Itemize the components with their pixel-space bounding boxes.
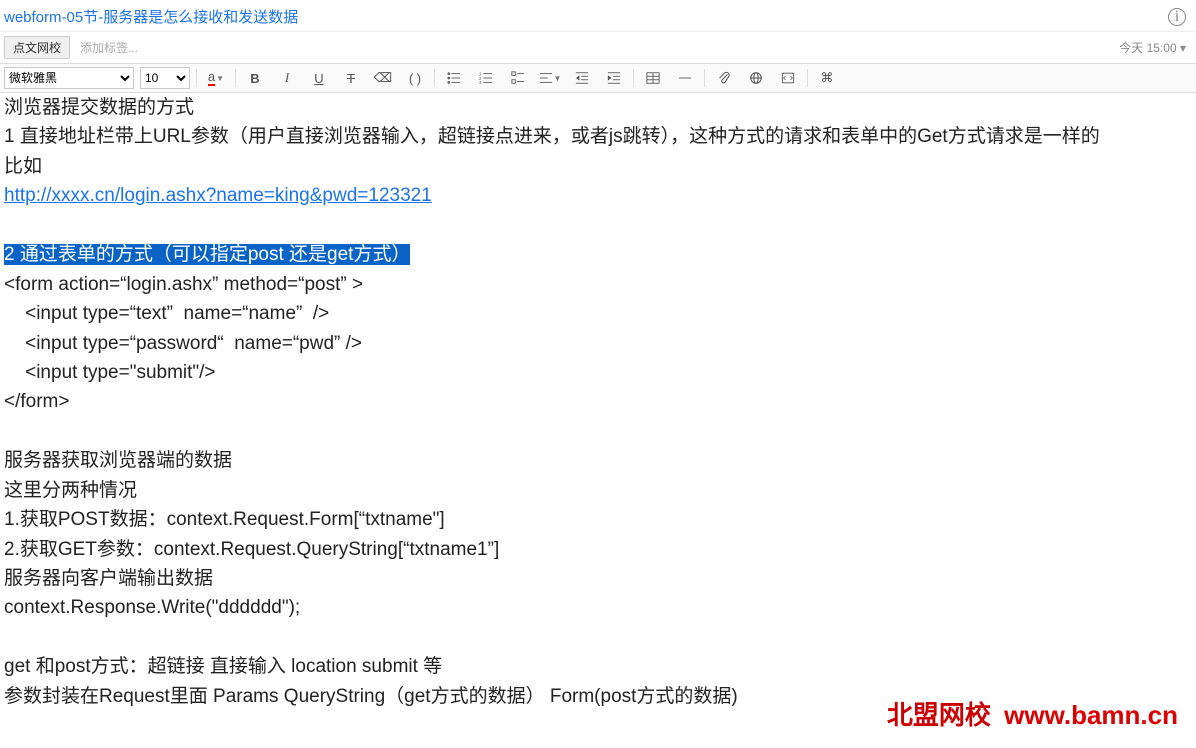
content-line: <form action=“login.ashx” method=“post” … xyxy=(4,270,1192,299)
timestamp-dropdown[interactable]: 今天 15:00 ▾ xyxy=(1119,39,1186,56)
svg-text:3: 3 xyxy=(479,80,482,85)
brackets-button[interactable]: ( ) xyxy=(402,67,428,89)
content-line: 这里分两种情况 xyxy=(4,476,1192,505)
content-line: 服务器获取浏览器端的数据 xyxy=(4,446,1192,475)
content-line: <input type=“password“ name=“pwd” /> xyxy=(4,329,1192,358)
content-line: get 和post方式：超链接 直接输入 location submit 等 xyxy=(4,652,1192,681)
info-icon[interactable]: i xyxy=(1168,8,1186,26)
content-line: 2.获取GET参数：context.Request.QueryString[“t… xyxy=(4,535,1192,564)
font-family-select[interactable]: 微软雅黑 xyxy=(4,67,134,89)
content-line: 服务器向客户端输出数据 xyxy=(4,564,1192,593)
numbered-list-button[interactable]: 123 xyxy=(473,67,499,89)
strikethrough-button[interactable]: T xyxy=(338,67,364,89)
editor-content[interactable]: 浏览器提交数据的方式 1 直接地址栏带上URL参数（用户直接浏览器输入，超链接点… xyxy=(0,93,1196,715)
content-line: <input type="submit"/> xyxy=(4,358,1192,387)
bullet-list-button[interactable] xyxy=(441,67,467,89)
editor-toolbar: 微软雅黑 10 a▼ B I U T ⌫ ( ) 123 ▼ ⌘ xyxy=(0,64,1196,93)
content-line: context.Response.Write("dddddd"); xyxy=(4,593,1192,622)
tag-chip[interactable]: 点文网校 xyxy=(4,36,70,59)
content-line: <input type=“text” name=“name” /> xyxy=(4,299,1192,328)
toolbar-separator xyxy=(704,69,705,87)
font-size-select[interactable]: 10 xyxy=(140,67,190,89)
toolbar-separator xyxy=(807,69,808,87)
shortcut-button[interactable]: ⌘ xyxy=(814,67,840,89)
attachment-button[interactable] xyxy=(711,67,737,89)
code-block-button[interactable] xyxy=(775,67,801,89)
outdent-button[interactable] xyxy=(569,67,595,89)
content-line: 比如 xyxy=(4,152,1192,181)
watermark-url: www.bamn.cn xyxy=(1004,700,1178,730)
content-link[interactable]: http://xxxx.cn/login.ashx?name=king&pwd=… xyxy=(4,185,432,206)
indent-button[interactable] xyxy=(601,67,627,89)
toolbar-separator xyxy=(434,69,435,87)
toolbar-separator xyxy=(633,69,634,87)
toolbar-separator xyxy=(235,69,236,87)
tag-row: 点文网校 添加标签... 今天 15:00 ▾ xyxy=(0,32,1196,64)
link-button[interactable] xyxy=(743,67,769,89)
table-button[interactable] xyxy=(640,67,666,89)
align-button[interactable]: ▼ xyxy=(537,67,563,89)
highlighted-text: 2 通过表单的方式（可以指定post 还是get方式） xyxy=(4,244,410,265)
hr-button[interactable] xyxy=(672,67,698,89)
content-line: 浏览器提交数据的方式 xyxy=(4,93,1192,122)
title-bar: webform-05节-服务器是怎么接收和发送数据 i xyxy=(0,0,1196,32)
checklist-button[interactable] xyxy=(505,67,531,89)
font-color-button[interactable]: a▼ xyxy=(203,67,229,89)
content-line: </form> xyxy=(4,387,1192,416)
watermark-text: 北盟网校 xyxy=(887,700,991,730)
toolbar-separator xyxy=(196,69,197,87)
watermark: 北盟网校 www.bamn.cn xyxy=(887,695,1178,732)
note-title[interactable]: webform-05节-服务器是怎么接收和发送数据 xyxy=(4,6,298,27)
bold-button[interactable]: B xyxy=(242,67,268,89)
underline-button[interactable]: U xyxy=(306,67,332,89)
content-line: 1.获取POST数据：context.Request.Form[“txtname… xyxy=(4,505,1192,534)
add-tag-input[interactable]: 添加标签... xyxy=(80,39,138,56)
italic-button[interactable]: I xyxy=(274,67,300,89)
content-line: 1 直接地址栏带上URL参数（用户直接浏览器输入，超链接点进来，或者js跳转），… xyxy=(4,122,1192,151)
clear-format-button[interactable]: ⌫ xyxy=(370,67,396,89)
